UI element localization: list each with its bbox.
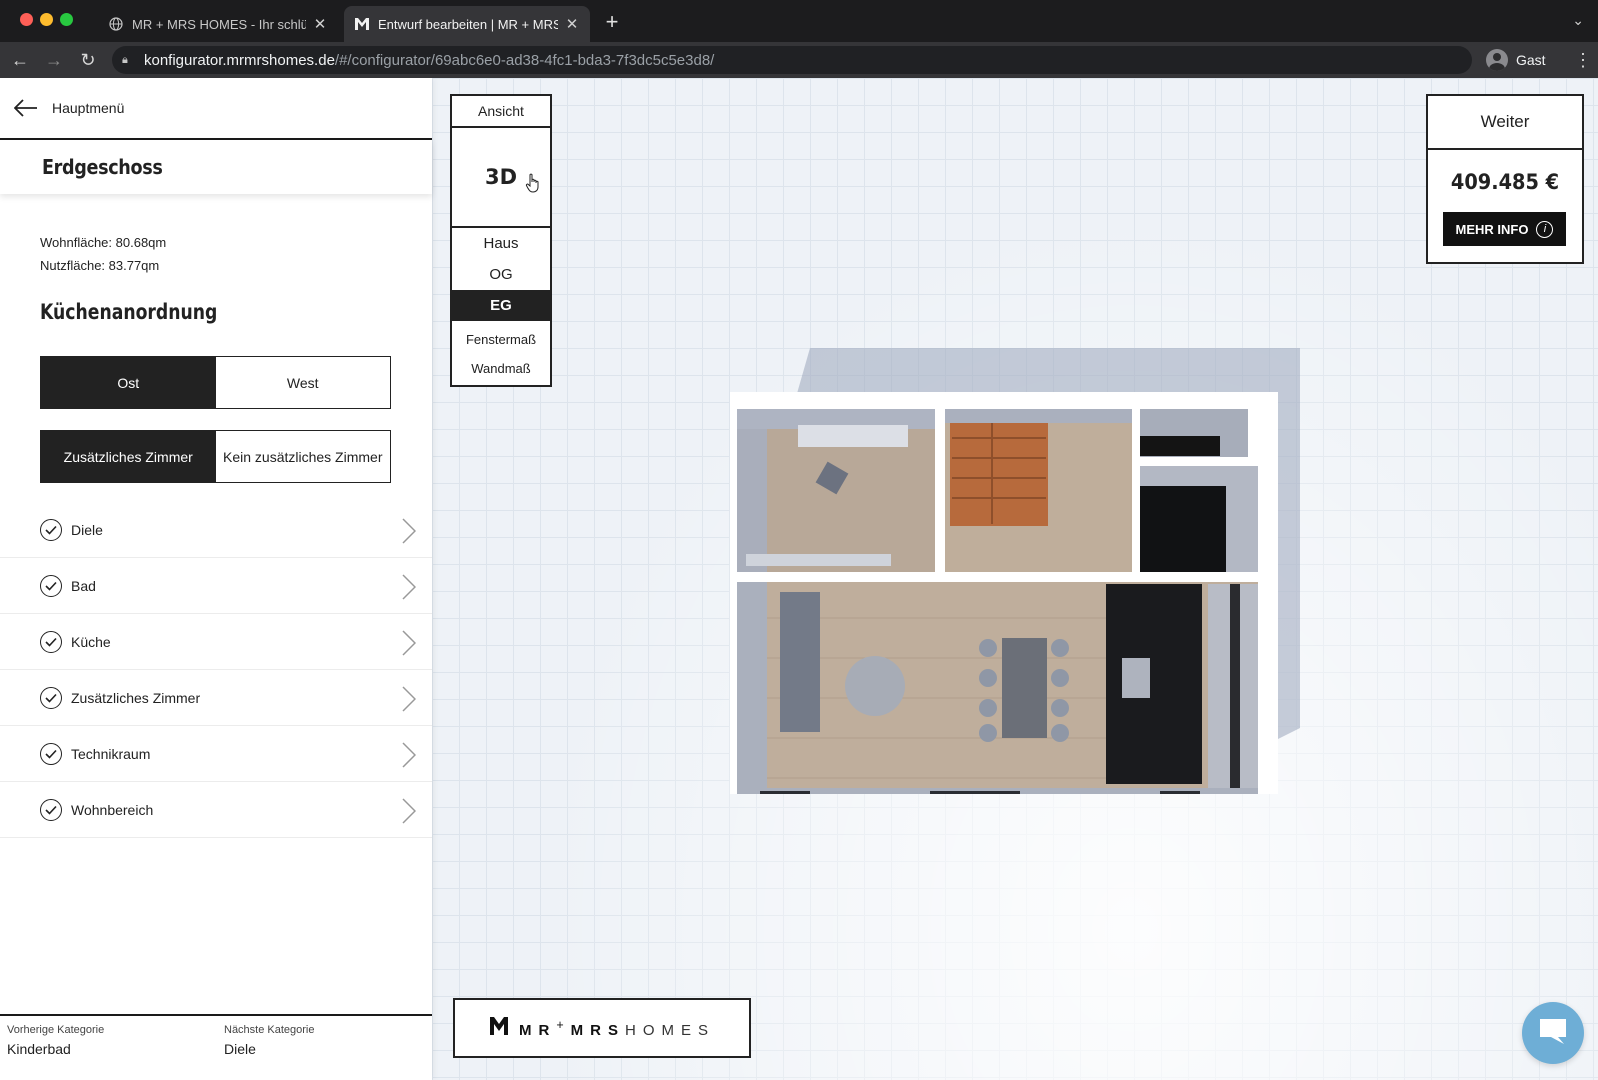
next-category[interactable]: Nächste Kategorie Diele [224, 1024, 315, 1057]
check-circle-icon [40, 630, 62, 653]
next-button[interactable]: Weiter [1428, 96, 1582, 150]
level-eg[interactable]: EG [452, 290, 550, 321]
browser-tab-bar: MR + MRS HOMES - Ihr schlüs ✕ Entwurf be… [0, 0, 1598, 42]
previous-category-value: Kinderbad [7, 1041, 71, 1057]
category-item[interactable]: Wohnbereich [0, 782, 432, 838]
category-item[interactable]: Küche [0, 614, 432, 670]
tab-title: Entwurf bearbeiten | MR + MRS [378, 16, 558, 32]
info-icon: i [1536, 220, 1554, 238]
chevron-right-icon [402, 630, 417, 661]
browser-tab-configurator[interactable]: Entwurf bearbeiten | MR + MRS ✕ [344, 6, 590, 42]
configurator-page: Hauptmenü Erdgeschoss Wohnfläche: 80.68q… [0, 78, 1598, 1080]
category-label: Zusätzliches Zimmer [71, 689, 201, 706]
category-item[interactable]: Technikraum [0, 726, 432, 782]
forward-arrow-icon[interactable]: → [42, 48, 66, 72]
maximize-window-button[interactable] [60, 13, 73, 26]
category-label: Küche [71, 633, 111, 650]
living-area: Wohnfläche: 80.68qm [40, 235, 167, 250]
new-tab-button[interactable]: + [600, 8, 624, 36]
url-path: /#/configurator/69abc6e0-ad38-4fc1-bda3-… [334, 51, 715, 69]
option-extra-room[interactable]: Zusätzliches Zimmer [41, 431, 216, 482]
chevron-right-icon [402, 798, 417, 829]
view-mode-label: 3D [484, 165, 518, 189]
category-label: Bad [71, 577, 96, 594]
chevron-right-icon [402, 574, 417, 605]
check-circle-icon [40, 574, 62, 597]
hand-cursor-icon [525, 173, 541, 198]
section-title: Küchenanordnung [40, 300, 218, 324]
floor-header: Erdgeschoss [0, 140, 432, 194]
view-3d-button[interactable]: 3D [452, 128, 550, 228]
wall-measure-toggle[interactable]: Wandmaß [452, 354, 550, 383]
category-label: Diele [71, 521, 103, 538]
area-info: Wohnfläche: 80.68qm Nutzfläche: 83.77qm [40, 231, 166, 277]
profile-button[interactable]: Gast [1486, 46, 1546, 74]
tab-title: MR + MRS HOMES - Ihr schlüs [132, 16, 306, 32]
check-circle-icon [40, 798, 62, 821]
category-item[interactable]: Diele [0, 502, 432, 558]
address-bar[interactable]: 🔒︎ konfigurator.mrmrshomes.de/#/configur… [112, 46, 1472, 74]
option-ost[interactable]: Ost [41, 357, 216, 408]
view-panel: Ansicht 3D Haus OG EG Fenstermaß Wandmaß [450, 94, 552, 387]
previous-category[interactable]: Vorherige Kategorie Kinderbad [7, 1024, 104, 1057]
total-price: 409.485 € [1450, 170, 1560, 194]
category-item[interactable]: Zusätzliches Zimmer [0, 670, 432, 726]
option-west[interactable]: West [215, 357, 390, 408]
back-arrow-icon[interactable]: ← [8, 48, 32, 72]
brand-logo: MR+MRSHOMES [453, 998, 751, 1058]
url-host: konfigurator.mrmrshomes.de [144, 51, 335, 69]
category-item[interactable]: Bad [0, 558, 432, 614]
floor-title: Erdgeschoss [42, 155, 163, 179]
chevron-right-icon [402, 686, 417, 717]
close-tab-icon[interactable]: ✕ [564, 15, 580, 33]
category-label: Technikraum [71, 745, 151, 762]
next-category-value: Diele [224, 1041, 256, 1057]
mrmrs-logo-mark-icon [489, 1016, 509, 1041]
browser-toolbar: ← → ↻ 🔒︎ konfigurator.mrmrshomes.de/#/co… [0, 42, 1598, 78]
usable-area: Nutzfläche: 83.77qm [40, 258, 160, 273]
price-panel: Weiter 409.485 € MEHR INFO i [1426, 94, 1584, 264]
avatar-icon [1486, 49, 1508, 71]
level-haus[interactable]: Haus [452, 228, 550, 259]
category-footer: Vorherige Kategorie Kinderbad Nächste Ka… [0, 1014, 432, 1080]
back-to-main-menu[interactable]: Hauptmenü [0, 78, 432, 140]
check-circle-icon [40, 518, 62, 541]
sidebar: Hauptmenü Erdgeschoss Wohnfläche: 80.68q… [0, 78, 432, 1080]
floorplan-3d-render[interactable] [718, 348, 1310, 830]
reload-icon[interactable]: ↻ [76, 48, 100, 72]
browser-tab-homepage[interactable]: MR + MRS HOMES - Ihr schlüs ✕ [98, 6, 338, 42]
kitchen-orientation-toggle: Ost West [40, 356, 391, 409]
more-menu-icon[interactable]: ⋮ [1574, 50, 1592, 71]
category-list: Diele Bad Küche Zusätzliches Zimmer Tech [0, 502, 432, 838]
extra-room-toggle: Zusätzliches Zimmer Kein zusätzliches Zi… [40, 430, 391, 483]
check-circle-icon [40, 686, 62, 709]
chevron-right-icon [402, 518, 417, 549]
profile-name: Gast [1516, 52, 1546, 68]
more-info-button[interactable]: MEHR INFO i [1443, 212, 1566, 246]
close-window-button[interactable] [20, 13, 33, 26]
window-measure-toggle[interactable]: Fenstermaß [452, 325, 550, 354]
next-category-label: Nächste Kategorie [224, 1024, 315, 1036]
chevron-right-icon [402, 742, 417, 773]
view-header: Ansicht [452, 96, 550, 128]
minimize-window-button[interactable] [40, 13, 53, 26]
more-info-label: MEHR INFO [1455, 221, 1529, 237]
mrmrs-favicon-icon [354, 16, 370, 32]
level-og[interactable]: OG [452, 259, 550, 290]
close-tab-icon[interactable]: ✕ [312, 15, 328, 33]
globe-icon [108, 16, 124, 32]
arrow-left-icon [14, 99, 38, 117]
chat-bubble-icon [1537, 1016, 1569, 1051]
logo-wordmark: MR+MRSHOMES [519, 1017, 715, 1039]
previous-category-label: Vorherige Kategorie [7, 1024, 105, 1036]
check-circle-icon [40, 742, 62, 765]
chat-widget-button[interactable] [1522, 1002, 1584, 1064]
category-label: Wohnbereich [71, 801, 154, 818]
tab-search-chevron-icon[interactable]: ⌄ [1572, 12, 1584, 29]
back-label: Hauptmenü [52, 100, 125, 116]
lock-icon: 🔒︎ [122, 53, 128, 66]
option-no-extra-room[interactable]: Kein zusätzliches Zimmer [215, 431, 390, 482]
